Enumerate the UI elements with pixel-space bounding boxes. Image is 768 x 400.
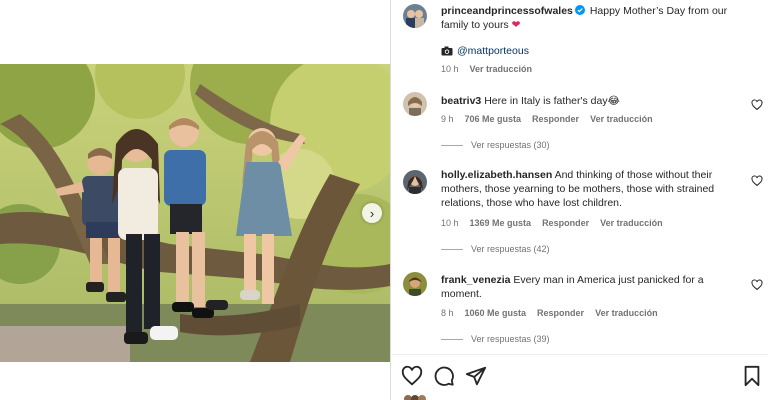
comment-body: holly.elizabeth.hansen And thinking of t…: [441, 168, 741, 210]
commenter-avatar[interactable]: [403, 170, 427, 194]
caption-time[interactable]: 10 h: [441, 64, 459, 74]
comment-time[interactable]: 9 h: [441, 114, 454, 124]
commenter-avatar[interactable]: [403, 272, 427, 296]
replies-line: [441, 248, 463, 250]
next-photo-button[interactable]: ›: [362, 203, 382, 223]
comment-username[interactable]: beatriv3: [441, 95, 481, 107]
photo-credit: @mattporteous: [441, 44, 529, 58]
post-actions-bar: [391, 355, 768, 400]
comment-translate-link[interactable]: Ver traducción: [590, 114, 653, 124]
comment-time[interactable]: 8 h: [441, 308, 454, 318]
commenter-avatar[interactable]: [403, 92, 427, 116]
comment-username[interactable]: holly.elizabeth.hansen: [441, 169, 552, 181]
poster-username[interactable]: princeandprincessofwales: [441, 5, 573, 17]
view-replies-label: Ver respuestas (42): [471, 244, 550, 254]
comment-like-heart-icon[interactable]: [751, 99, 763, 111]
avatar-image: [403, 170, 427, 194]
comment-meta: 8 h 1060 Me gusta Responder Ver traducci…: [441, 308, 658, 318]
post-media-pane: ›: [0, 0, 390, 400]
liked-by-avatars: [404, 395, 426, 400]
replies-line: [441, 338, 463, 340]
comment-body: frank_venezia Every man in America just …: [441, 273, 721, 301]
comment-likes[interactable]: 706 Me gusta: [465, 114, 522, 124]
avatar-image: [403, 4, 427, 28]
comment-translate-link[interactable]: Ver traducción: [600, 218, 663, 228]
share-icon[interactable]: [465, 365, 487, 387]
comment-reply-link[interactable]: Responder: [542, 218, 589, 228]
comment-username[interactable]: frank_venezia: [441, 274, 510, 286]
avatar-image: [403, 92, 427, 116]
laughing-emoji: 😂: [607, 95, 620, 107]
red-heart-emoji: ❤: [511, 19, 521, 31]
comment-translate-link[interactable]: Ver traducción: [595, 308, 658, 318]
poster-avatar[interactable]: [403, 4, 427, 28]
comment-like-heart-icon[interactable]: [751, 279, 763, 291]
verified-badge-icon: [574, 5, 585, 15]
view-replies-label: Ver respuestas (30): [471, 140, 550, 150]
comment-meta: 10 h 1369 Me gusta Responder Ver traducc…: [441, 218, 663, 228]
view-replies-toggle[interactable]: Ver respuestas (39): [441, 334, 550, 344]
comments-scroll-area[interactable]: princeandprincessofwales Happy Mother’s …: [391, 0, 768, 354]
comment-meta: 9 h 706 Me gusta Responder Ver traducció…: [441, 114, 653, 124]
credit-link[interactable]: @mattporteous: [457, 44, 529, 58]
comment-icon[interactable]: [433, 365, 455, 387]
comment-likes[interactable]: 1369 Me gusta: [470, 218, 532, 228]
comment-reply-link[interactable]: Responder: [537, 308, 584, 318]
post-photo[interactable]: [0, 64, 390, 362]
comment-time[interactable]: 10 h: [441, 218, 459, 228]
family-in-tree-photo: [0, 64, 390, 362]
view-replies-toggle[interactable]: Ver respuestas (30): [441, 140, 550, 150]
view-replies-label: Ver respuestas (39): [471, 334, 550, 344]
comment-likes[interactable]: 1060 Me gusta: [465, 308, 527, 318]
bookmark-icon[interactable]: [741, 365, 763, 387]
comment-reply-link[interactable]: Responder: [532, 114, 579, 124]
avatar-image: [403, 272, 427, 296]
comment-body: beatriv3 Here in Italy is father's day😂: [441, 94, 731, 108]
caption-translate-link[interactable]: Ver traducción: [470, 64, 533, 74]
replies-line: [441, 144, 463, 146]
post-caption: princeandprincessofwales Happy Mother’s …: [441, 4, 741, 32]
camera-icon: [441, 46, 453, 56]
caption-meta: 10 h Ver traducción: [441, 64, 532, 74]
view-replies-toggle[interactable]: Ver respuestas (42): [441, 244, 550, 254]
post-sidebar: princeandprincessofwales Happy Mother’s …: [391, 0, 768, 400]
comment-text: Here in Italy is father's day: [484, 95, 608, 107]
chevron-right-icon: ›: [369, 205, 375, 221]
heart-icon[interactable]: [401, 365, 423, 387]
comment-like-heart-icon[interactable]: [751, 175, 763, 187]
